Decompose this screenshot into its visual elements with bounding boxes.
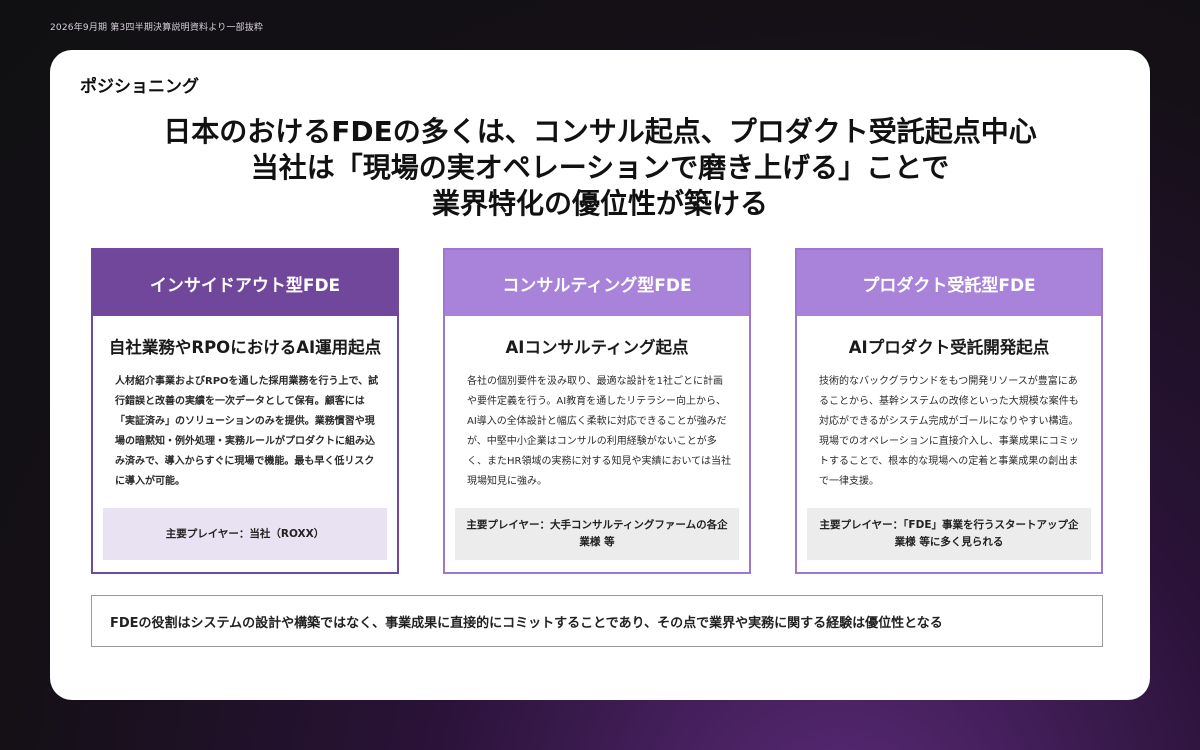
card-players: 主要プレイヤー：当社（ROXX） [103, 508, 387, 560]
card-title: プロダクト受託型FDE [797, 250, 1101, 316]
card-players: 主要プレイヤー：大手コンサルティングファームの各企業様 等 [455, 508, 739, 560]
conclusion-text: FDEの役割はシステムの設計や構築ではなく、事業成果に直接的にコミットすることで… [110, 615, 943, 631]
card-body: 技術的なバックグラウンドをもつ開発リソースが豊富にあることから、基幹システムの改… [819, 376, 1079, 487]
card-body: 人材紹介事業およびRPOを通した採用業務を行う上で、試行錯誤と改善の実績を一次デ… [115, 376, 379, 487]
headline-line-2: 当社は「現場の実オペレーションで磨き上げる」ことで [250, 151, 950, 184]
card-title: インサイドアウト型FDE [93, 250, 397, 316]
slide-panel: ポジショニング 日本のおけるFDEの多くは、コンサル起点、プロダクト受託起点中心… [50, 50, 1150, 700]
card-product-contract-fde: プロダクト受託型FDE AIプロダクト受託開発起点 技術的なバックグラウンドをも… [795, 248, 1103, 574]
headline-line-3: 業界特化の優位性が築ける [431, 187, 768, 220]
card-subtitle: AIプロダクト受託開発起点 [848, 338, 1050, 357]
card-title: コンサルティング型FDE [445, 250, 749, 316]
headline: 日本のおけるFDEの多くは、コンサル起点、プロダクト受託起点中心 当社は「現場の… [50, 114, 1150, 222]
card-subtitle: 自社業務やRPOにおけるAI運用起点 [108, 338, 382, 357]
card-players: 主要プレイヤー：「FDE」事業を行うスタートアップ企業様 等に多く見られる [807, 508, 1091, 560]
conclusion-box: FDEの役割はシステムの設計や構築ではなく、事業成果に直接的にコミットすることで… [91, 595, 1103, 647]
card-body: 各社の個別要件を汲み取り、最適な設計を1社ごとに計画や要件定義を行う。AI教育を… [467, 376, 731, 487]
positioning-cards: インサイドアウト型FDE 自社業務やRPOにおけるAI運用起点 人材紹介事業およ… [91, 248, 1103, 574]
document-header-note: 2026年9月期 第3四半期決算説明資料より一部抜粋 [50, 23, 264, 33]
card-subtitle: AIコンサルティング起点 [505, 338, 689, 357]
headline-line-1: 日本のおけるFDEの多くは、コンサル起点、プロダクト受託起点中心 [163, 115, 1037, 148]
card-consulting-fde: コンサルティング型FDE AIコンサルティング起点 各社の個別要件を汲み取り、最… [443, 248, 751, 574]
card-inside-out-fde: インサイドアウト型FDE 自社業務やRPOにおけるAI運用起点 人材紹介事業およ… [91, 248, 399, 574]
section-label: ポジショニング [80, 77, 199, 97]
